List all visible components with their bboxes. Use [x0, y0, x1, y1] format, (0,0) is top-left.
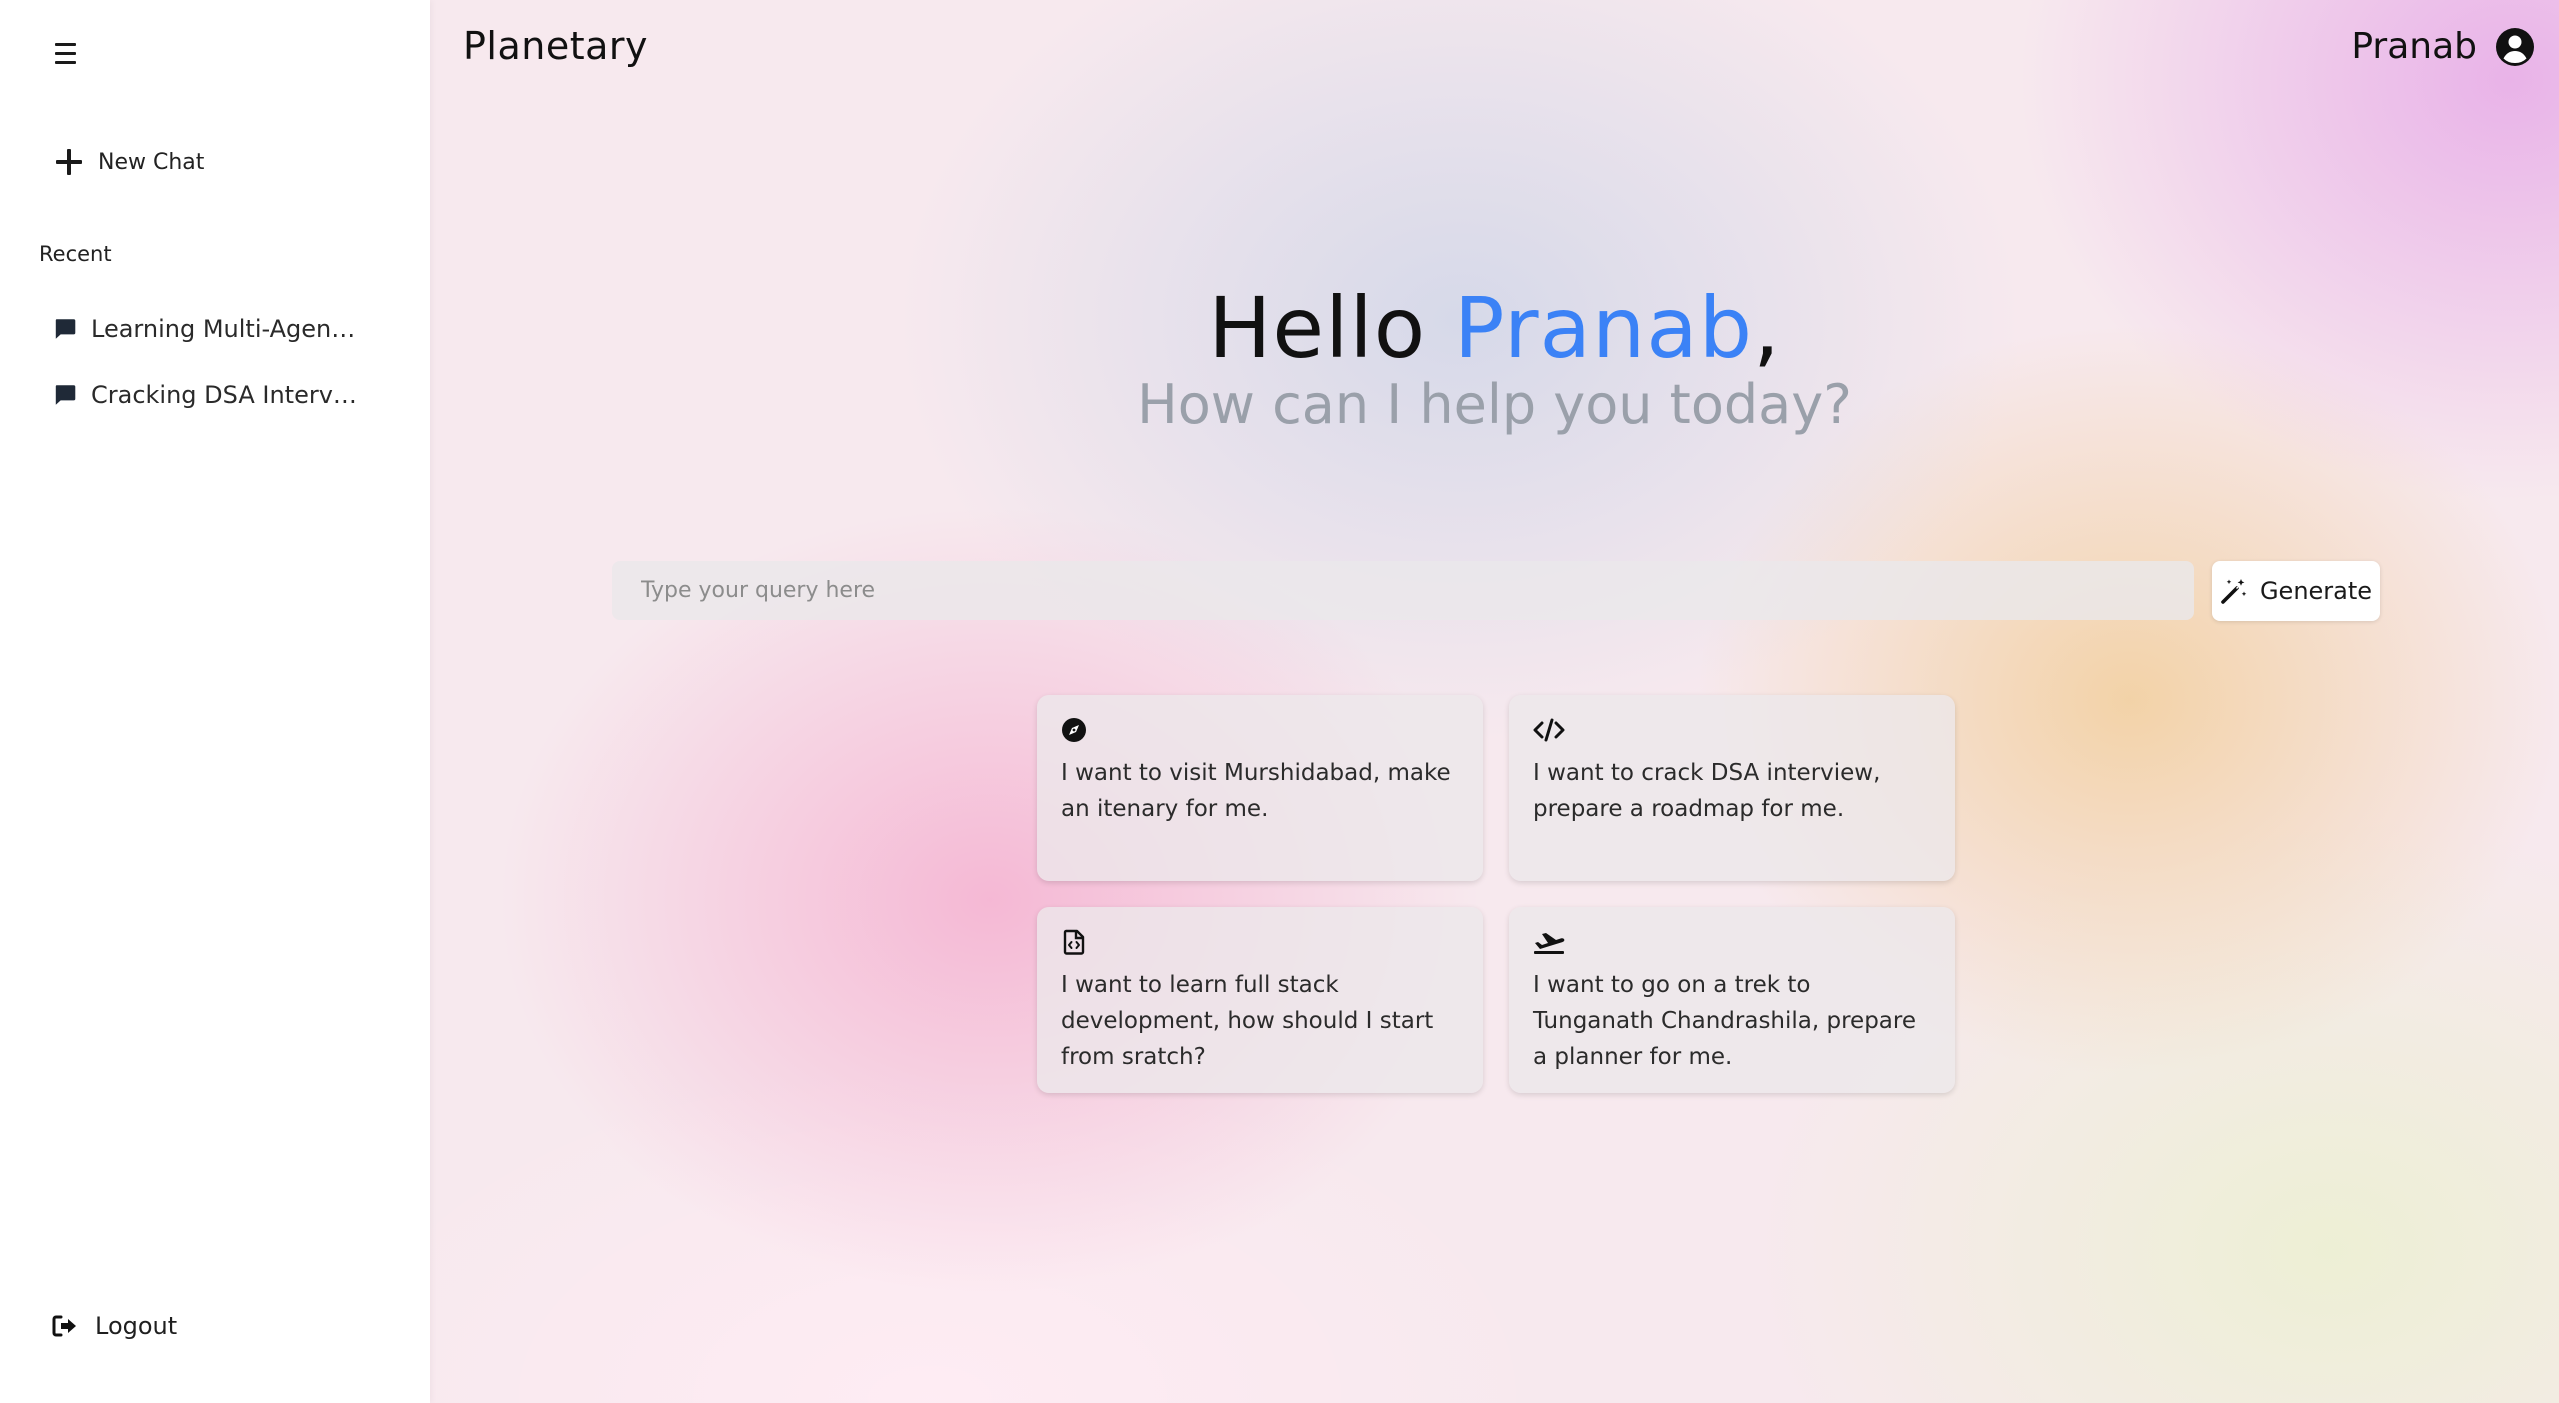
greeting-user-name: Pranab — [1453, 279, 1754, 377]
main-area: Planetary Pranab Hello Pranab, How can I… — [430, 0, 2559, 1403]
logout-button[interactable]: Logout — [52, 1312, 177, 1340]
new-chat-label: New Chat — [98, 149, 205, 175]
suggestion-text: I want to learn full stack development, … — [1061, 972, 1434, 1070]
app-title: Planetary — [463, 24, 649, 68]
code-icon — [1533, 718, 1565, 742]
chat-bubble-icon — [55, 319, 76, 339]
greeting-headline: Hello Pranab, — [430, 278, 2559, 378]
compass-icon — [1062, 718, 1086, 742]
code-file-icon — [1063, 929, 1085, 955]
suggestion-card[interactable]: I want to visit Murshidabad, make an ite… — [1037, 695, 1483, 881]
logout-label: Logout — [95, 1312, 178, 1340]
app-window: New Chat Recent Learning Multi-Agent... … — [0, 0, 2559, 1403]
history-item[interactable]: Learning Multi-Agent... — [52, 310, 361, 348]
user-menu[interactable]: Pranab — [2351, 26, 2535, 67]
user-name: Pranab — [2351, 26, 2477, 67]
plane-departure-icon — [1534, 933, 1565, 954]
suggestion-text: I want to crack DSA interview, prepare a… — [1533, 760, 1881, 822]
sidebar: New Chat Recent Learning Multi-Agent... … — [0, 0, 430, 1403]
new-chat-button[interactable]: New Chat — [56, 142, 204, 182]
logout-icon — [52, 1315, 76, 1337]
chat-history-list: Learning Multi-Agent... Cracking DSA Int… — [52, 310, 361, 414]
suggestion-card[interactable]: I want to go on a trek to Tunganath Chan… — [1509, 907, 1955, 1093]
magic-wand-icon — [2221, 579, 2247, 604]
greeting-comma: , — [1753, 279, 1781, 377]
suggestion-text: I want to go on a trek to Tunganath Chan… — [1533, 972, 1916, 1070]
user-circle-icon — [2496, 27, 2534, 66]
suggestion-card[interactable]: I want to learn full stack development, … — [1037, 907, 1483, 1093]
chat-bubble-icon — [55, 385, 76, 405]
greeting-hello: Hello — [1208, 279, 1427, 377]
suggestion-grid: I want to visit Murshidabad, make an ite… — [1037, 695, 1955, 1093]
history-item[interactable]: Cracking DSA Intervie... — [52, 376, 361, 414]
suggestion-card[interactable]: I want to crack DSA interview, prepare a… — [1509, 695, 1955, 881]
history-item-label: Learning Multi-Agent... — [91, 315, 361, 343]
generate-button[interactable]: Generate — [2212, 561, 2380, 621]
generate-label: Generate — [2259, 577, 2373, 605]
hamburger-icon[interactable] — [49, 38, 83, 68]
greeting: Hello Pranab, How can I help you today? — [430, 278, 2559, 438]
recent-heading: Recent — [39, 242, 112, 266]
history-item-label: Cracking DSA Intervie... — [91, 381, 361, 409]
suggestion-text: I want to visit Murshidabad, make an ite… — [1061, 760, 1451, 822]
query-input[interactable] — [612, 561, 2194, 620]
greeting-subtitle: How can I help you today? — [1137, 373, 1852, 436]
plus-icon — [56, 149, 82, 175]
